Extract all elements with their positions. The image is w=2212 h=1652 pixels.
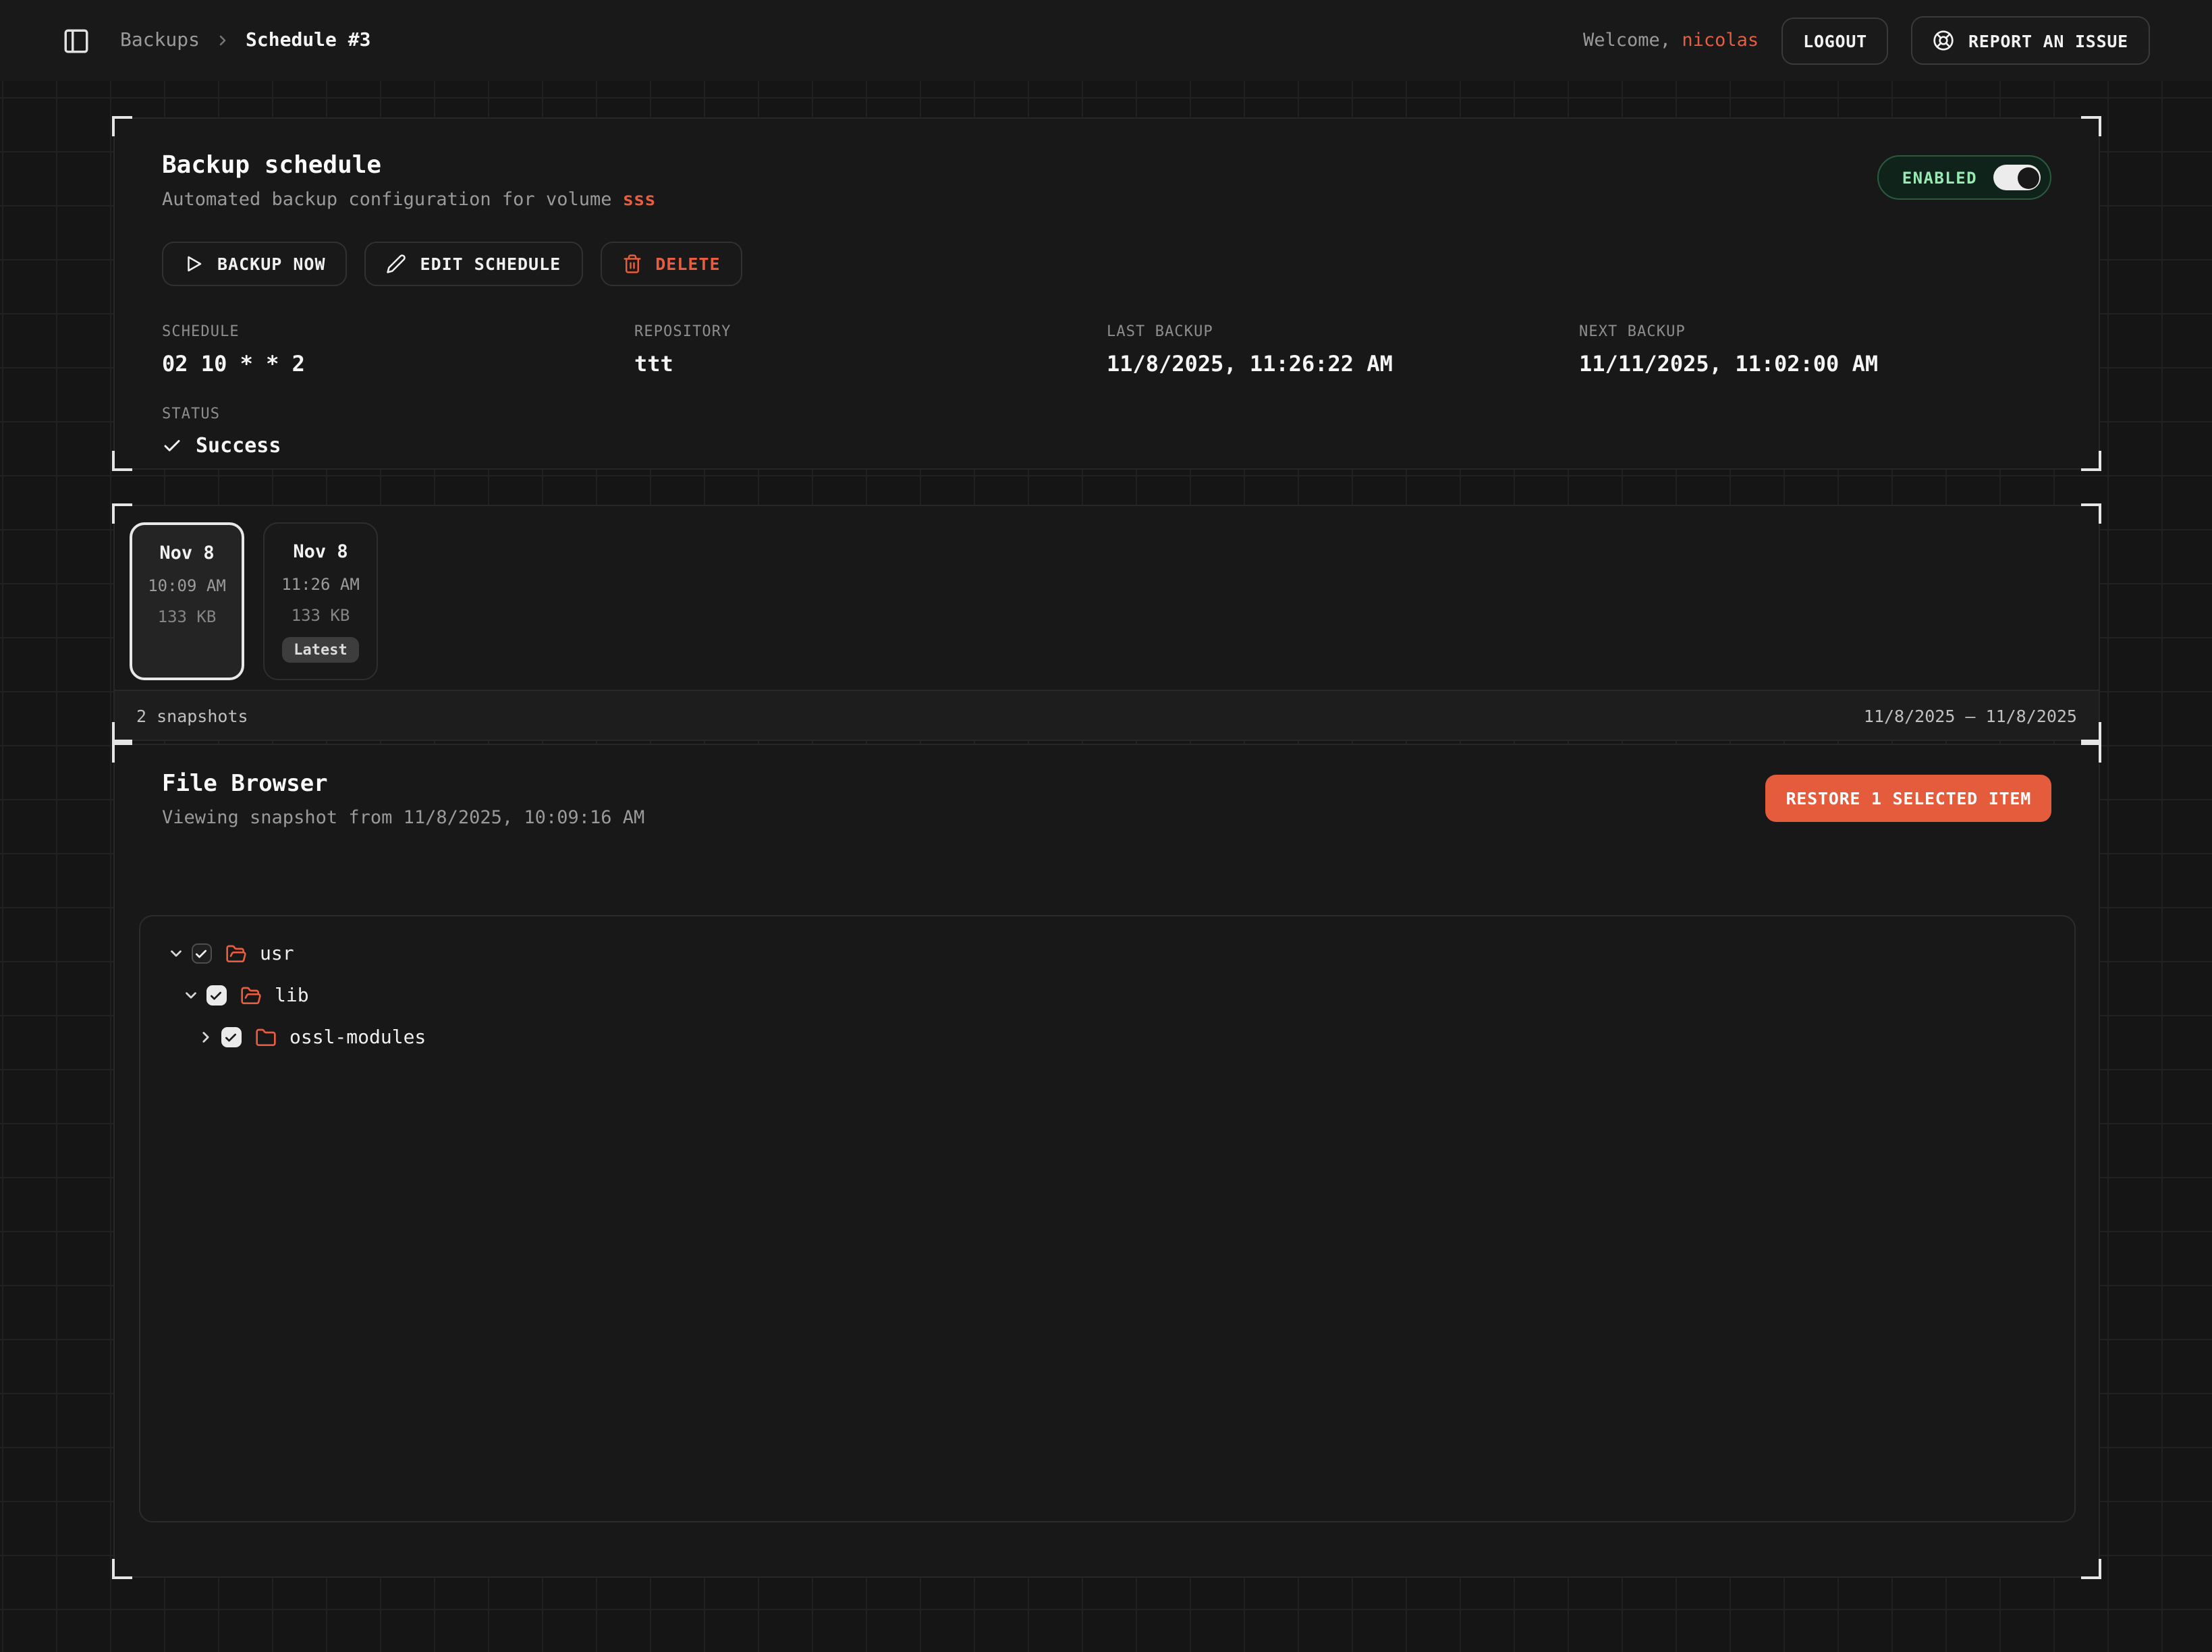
field-label: REPOSITORY — [634, 323, 1107, 340]
chevron-down-icon[interactable] — [161, 945, 190, 962]
panel-corner-bracket — [112, 742, 132, 763]
header-right: Welcome, nicolas LOGOUT REPORT AN ISSUE — [1583, 16, 2150, 65]
panel-corner-bracket — [2081, 451, 2101, 471]
schedule-field: LAST BACKUP 11/8/2025, 11:26:22 AM — [1107, 323, 1579, 377]
sidebar-toggle-button[interactable] — [62, 26, 90, 55]
panel-corner-bracket — [112, 1559, 132, 1579]
panel-corner-bracket — [112, 722, 132, 742]
snapshots-footer: 2 snapshots 11/8/2025 – 11/8/2025 — [115, 690, 2099, 740]
tree-checkbox[interactable] — [206, 986, 226, 1006]
header-left: Backups Schedule #3 — [62, 26, 370, 55]
lifebuoy-icon — [1933, 30, 1955, 51]
status-field: STATUS Success — [162, 405, 634, 458]
field-label: SCHEDULE — [162, 323, 634, 340]
app-header: Backups Schedule #3 Welcome, nicolas LOG… — [0, 0, 2212, 81]
file-browser-heading: File Browser Viewing snapshot from 11/8/… — [162, 771, 644, 829]
snapshot-cards-row: Nov 8 10:09 AM 133 KB Nov 8 11:26 AM 133 KB La… — [115, 506, 2099, 696]
file-browser-title: File Browser — [162, 771, 644, 798]
schedule-field: SCHEDULE 02 10 * * 2 — [162, 323, 634, 377]
schedule-actions: BACKUP NOW EDIT SCHEDULE DELETE — [162, 242, 2051, 286]
trash-icon — [621, 254, 642, 274]
snapshot-size: 133 KB — [158, 607, 217, 626]
breadcrumb-current: Schedule #3 — [246, 30, 370, 51]
play-icon — [184, 254, 204, 274]
panel-corner-bracket — [2081, 503, 2101, 524]
panel-corner-bracket — [112, 451, 132, 471]
latest-badge: Latest — [281, 637, 360, 663]
field-value: ttt — [634, 351, 1107, 377]
panel-left-icon — [62, 26, 90, 55]
edit-schedule-button[interactable]: EDIT SCHEDULE — [365, 242, 583, 286]
field-value: 11/11/2025, 11:02:00 AM — [1579, 351, 2051, 377]
snapshot-time: 11:26 AM — [281, 575, 360, 594]
snapshot-date-range: 11/8/2025 – 11/8/2025 — [1864, 705, 2077, 725]
snapshot-size: 133 KB — [292, 606, 350, 625]
breadcrumb-backups-link[interactable]: Backups — [120, 30, 200, 51]
schedule-field: REPOSITORY ttt — [634, 323, 1107, 377]
folder-open-icon — [225, 943, 246, 964]
schedule-subtitle: Automated backup configuration for volum… — [162, 189, 656, 211]
restore-selected-button[interactable]: RESTORE 1 SELECTED ITEM — [1766, 775, 2051, 822]
switch-knob — [2017, 167, 2039, 188]
field-value: 02 10 * * 2 — [162, 351, 634, 377]
volume-name: sss — [623, 189, 656, 211]
enabled-toggle-pill[interactable]: ENABLED — [1878, 155, 2051, 200]
field-label: NEXT BACKUP — [1579, 323, 2051, 340]
field-value: 11/8/2025, 11:26:22 AM — [1107, 351, 1579, 377]
tree-checkbox[interactable] — [192, 944, 211, 964]
chevron-right-icon — [215, 32, 231, 49]
folder-icon — [254, 1026, 276, 1048]
schedule-field: NEXT BACKUP 11/11/2025, 11:02:00 AM — [1579, 323, 2051, 377]
pencil-icon — [387, 254, 407, 274]
snapshot-date: Nov 8 — [293, 541, 348, 563]
backup-schedule-panel: Backup schedule Automated backup configu… — [113, 117, 2100, 470]
panel-corner-bracket — [112, 116, 132, 136]
tree-row[interactable]: ossl-modules — [154, 1016, 2061, 1058]
snapshot-card[interactable]: Nov 8 11:26 AM 133 KB Latest — [263, 522, 378, 680]
folder-open-icon — [240, 985, 261, 1006]
logout-button[interactable]: LOGOUT — [1781, 17, 1889, 64]
chevron-down-icon[interactable] — [175, 987, 205, 1004]
panel-corner-bracket — [2081, 742, 2101, 763]
report-issue-button[interactable]: REPORT AN ISSUE — [1912, 16, 2150, 65]
file-browser-panel: File Browser Viewing snapshot from 11/8/… — [113, 744, 2100, 1578]
chevron-right-icon[interactable] — [190, 1028, 220, 1046]
tree-item-label: ossl-modules — [289, 1026, 426, 1048]
breadcrumb: Backups Schedule #3 — [120, 30, 370, 51]
page-title: Backup schedule — [162, 151, 656, 180]
snapshot-count: 2 snapshots — [136, 705, 248, 725]
field-label: STATUS — [162, 405, 634, 422]
snapshots-panel: Nov 8 10:09 AM 133 KB Nov 8 11:26 AM 133 KB La… — [113, 505, 2100, 741]
backup-schedule-content: Backup schedule Automated backup configu… — [115, 119, 2099, 468]
welcome-text: Welcome, nicolas — [1583, 30, 1759, 51]
backup-schedule-heading: Backup schedule Automated backup configu… — [162, 151, 656, 211]
file-tree: usr lib ossl-modules — [139, 915, 2076, 1522]
schedule-fields: SCHEDULE 02 10 * * 2REPOSITORY tttLAST BAC… — [162, 323, 2051, 458]
panel-corner-bracket — [2081, 116, 2101, 136]
enabled-switch[interactable] — [1993, 165, 2041, 190]
tree-item-label: usr — [260, 943, 294, 964]
panel-corner-bracket — [2081, 722, 2101, 742]
backup-now-button[interactable]: BACKUP NOW — [162, 242, 348, 286]
app-viewport: Backups Schedule #3 Welcome, nicolas LOG… — [0, 0, 2212, 1652]
snapshot-card[interactable]: Nov 8 10:09 AM 133 KB — [130, 522, 244, 680]
snapshot-date: Nov 8 — [159, 543, 214, 564]
file-browser-subtitle: Viewing snapshot from 11/8/2025, 10:09:1… — [162, 807, 644, 829]
file-browser-header: File Browser Viewing snapshot from 11/8/… — [115, 745, 2099, 829]
panel-corner-bracket — [2081, 1559, 2101, 1579]
delete-button[interactable]: DELETE — [600, 242, 742, 286]
tree-checkbox[interactable] — [221, 1028, 241, 1047]
username: nicolas — [1682, 30, 1759, 51]
tree-row[interactable]: usr — [154, 933, 2061, 974]
snapshot-time: 10:09 AM — [148, 576, 226, 595]
enabled-label: ENABLED — [1902, 168, 1977, 187]
field-label: LAST BACKUP — [1107, 323, 1579, 340]
tree-item-label: lib — [275, 985, 309, 1006]
success-check-icon — [162, 435, 182, 456]
status-text: Success — [196, 433, 281, 458]
panel-corner-bracket — [112, 503, 132, 524]
tree-row[interactable]: lib — [154, 974, 2061, 1016]
